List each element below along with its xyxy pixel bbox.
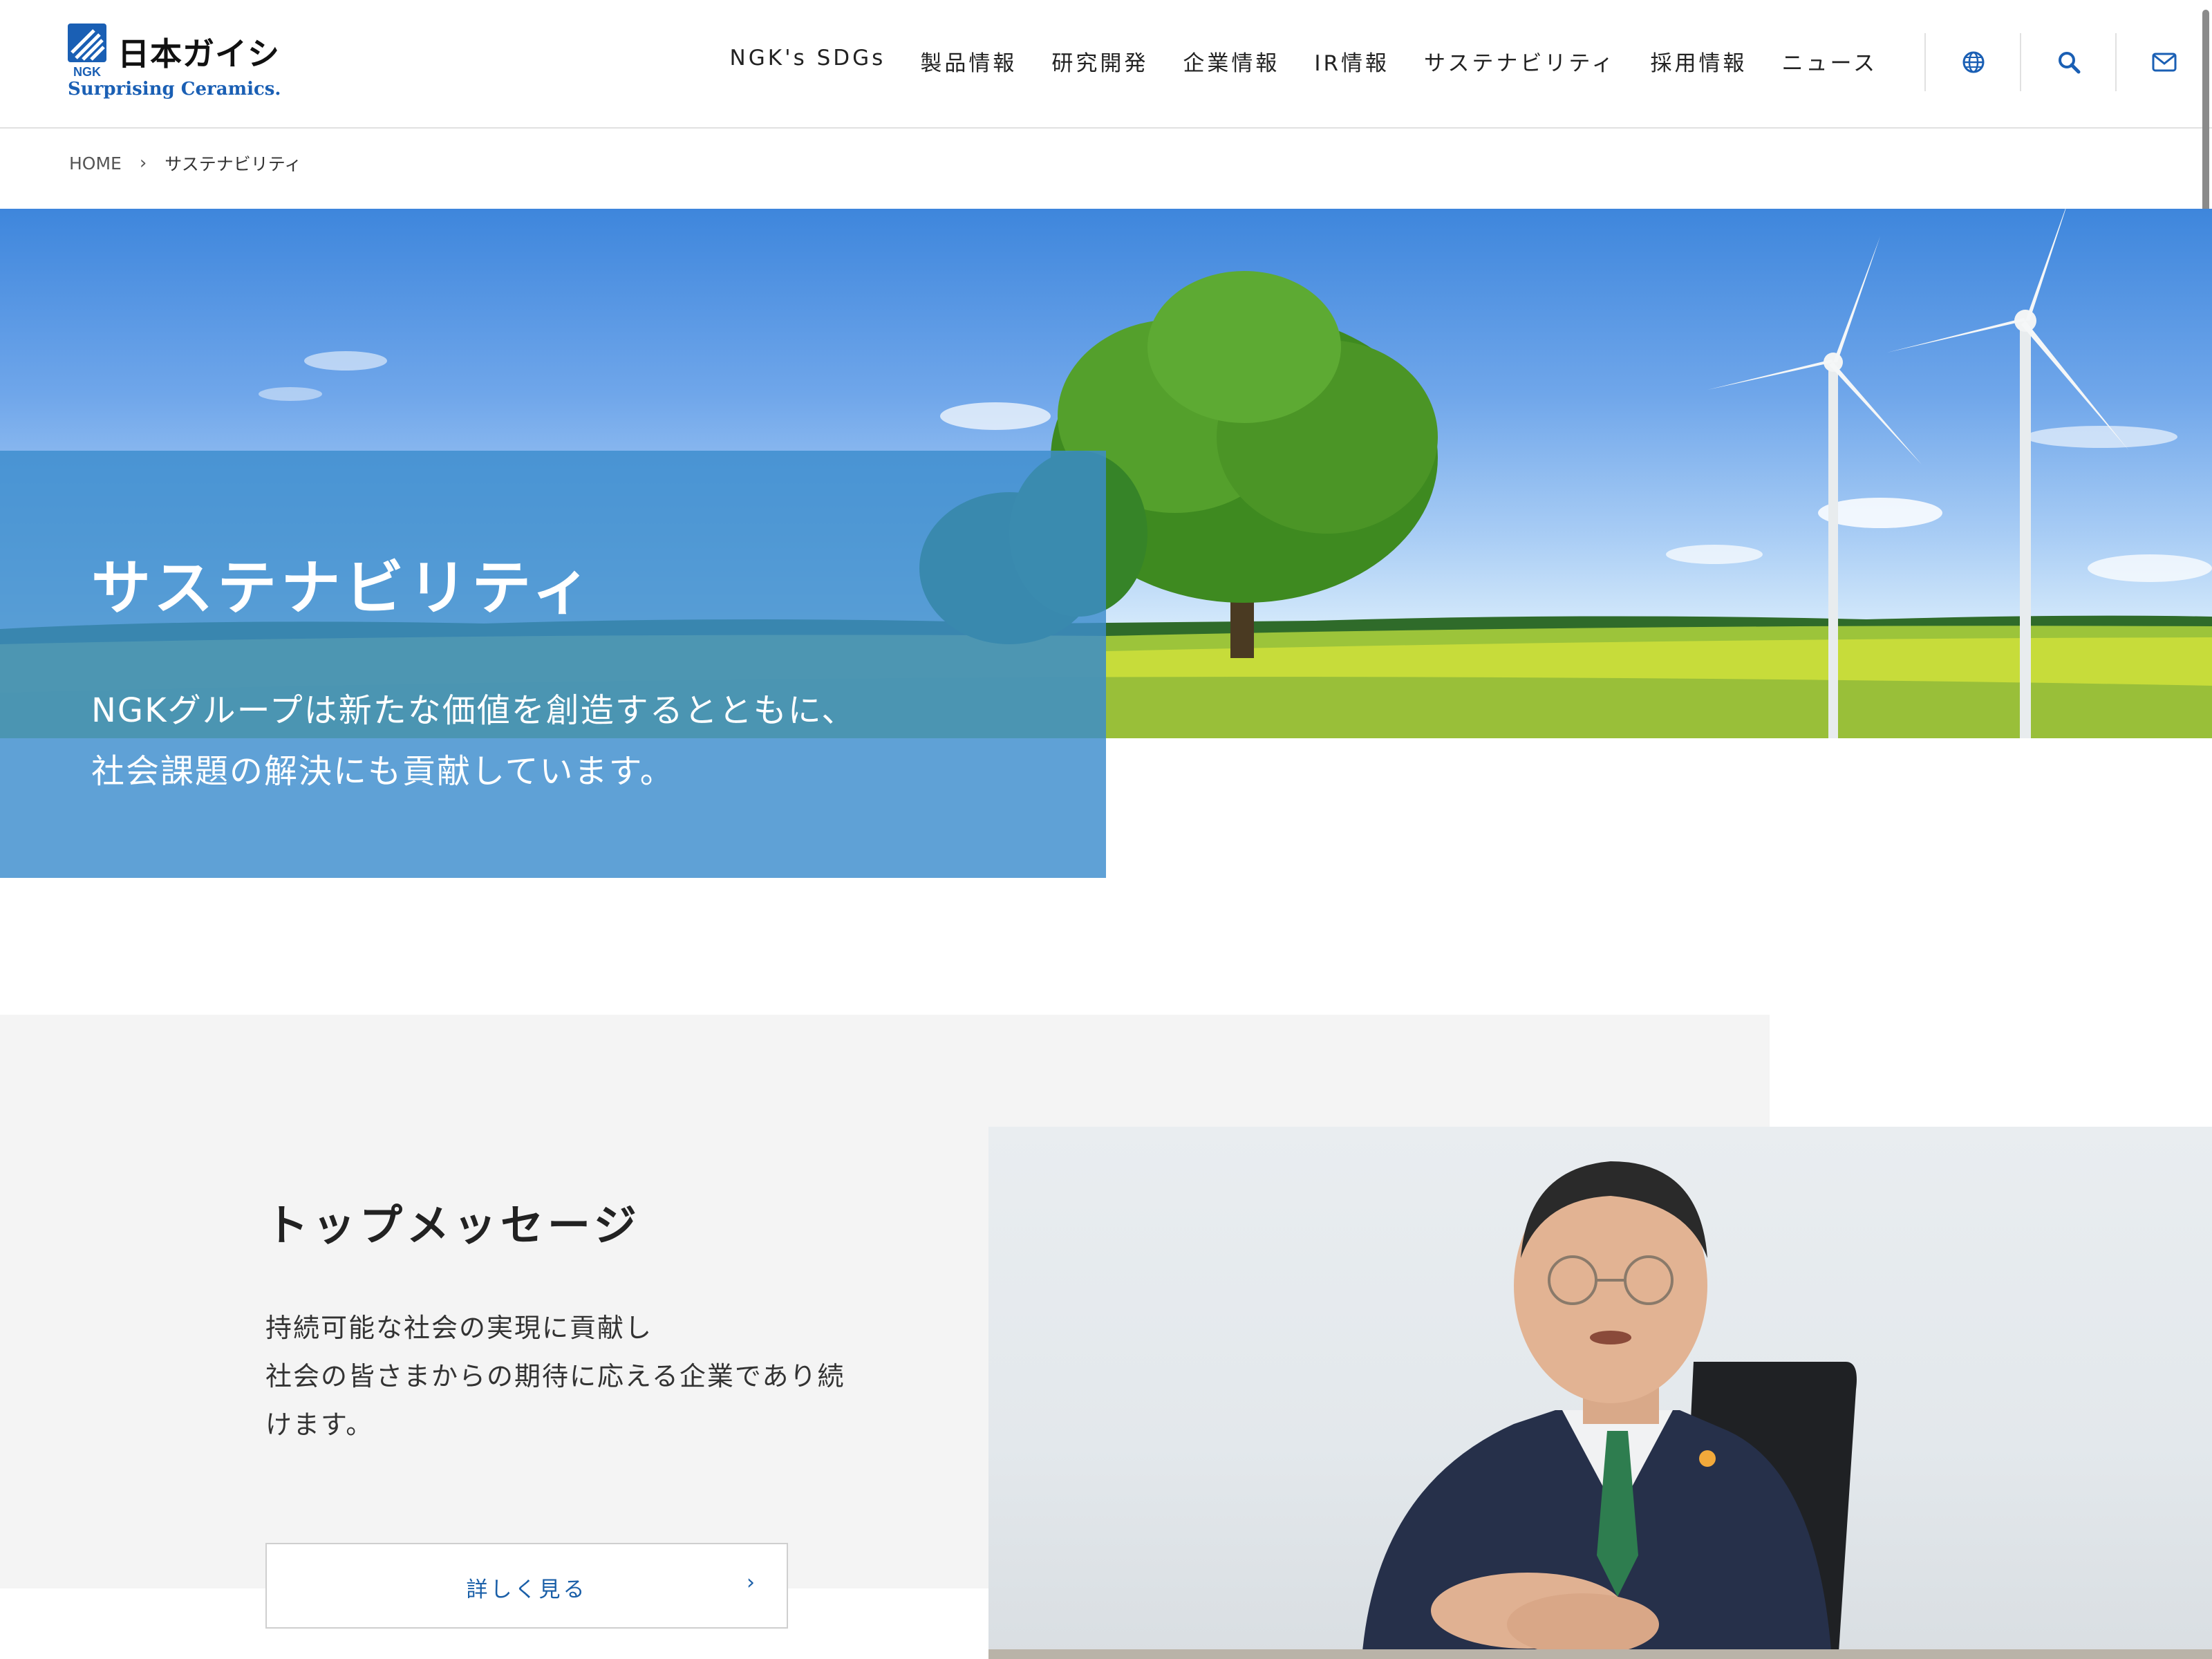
top-message-line: 持続可能な社会の実現に貢献し xyxy=(265,1313,653,1343)
ngk-logo-mark-icon: NGK xyxy=(68,24,106,79)
hero-description-line: 社会課題の解決にも貢献しています。 xyxy=(91,752,675,791)
ngk-logo[interactable]: NGK 日本ガイシ Surprising Ceramics. xyxy=(68,24,281,105)
logo-tagline: Surprising Ceramics. xyxy=(68,79,281,100)
search-button[interactable] xyxy=(2020,33,2117,91)
nav-research[interactable]: 研究開発 xyxy=(1051,46,1148,77)
globe-icon xyxy=(1962,51,1985,73)
breadcrumb-current: サステナビリティ xyxy=(165,154,302,174)
mail-icon xyxy=(2152,53,2177,72)
top-message-detail-button[interactable]: 詳しく見る › xyxy=(265,1543,788,1629)
chevron-right-icon: › xyxy=(747,1571,755,1595)
nav-ir[interactable]: IR情報 xyxy=(1314,46,1389,77)
detail-button-label: 詳しく見る xyxy=(466,1577,588,1602)
top-message-line: けます。 xyxy=(265,1409,374,1440)
nav-ngk-sdgs[interactable]: NGK's SDGs xyxy=(730,46,886,77)
top-message-line: 社会の皆さまからの期待に応える企業であり続 xyxy=(265,1361,845,1391)
language-button[interactable] xyxy=(1924,33,2021,91)
top-message-body: 持続可能な社会の実現に貢献し 社会の皆さまからの期待に応える企業であり続 けます… xyxy=(265,1304,874,1449)
top-message-title: トップメッセージ xyxy=(265,1200,641,1250)
hero-description-line: NGKグループは新たな価値を創造するとともに、 xyxy=(91,691,856,730)
svg-text:NGK: NGK xyxy=(73,65,101,79)
nav-company[interactable]: 企業情報 xyxy=(1183,46,1280,77)
contact-button[interactable] xyxy=(2115,33,2212,91)
breadcrumb-home-link[interactable]: HOME xyxy=(69,153,122,174)
chevron-right-icon: › xyxy=(139,153,147,174)
nav-products[interactable]: 製品情報 xyxy=(920,46,1017,77)
breadcrumb: HOME › サステナビリティ xyxy=(69,151,301,176)
logo-japanese-name: 日本ガイシ xyxy=(118,35,280,73)
search-icon xyxy=(2059,52,2081,74)
global-nav: NGK's SDGs 製品情報 研究開発 企業情報 IR情報 サステナビリティ … xyxy=(730,46,1877,77)
nav-sustainability[interactable]: サステナビリティ xyxy=(1424,46,1616,77)
president-portrait-image xyxy=(988,1161,2212,1659)
hero-text-panel: サステナビリティ NGKグループは新たな価値を創造するとともに、 社会課題の解決… xyxy=(0,451,1106,878)
page-title: サステナビリティ xyxy=(91,554,596,623)
nav-news[interactable]: ニュース xyxy=(1782,46,1877,77)
president-photo xyxy=(988,1127,2212,1659)
nav-recruit[interactable]: 採用情報 xyxy=(1651,46,1747,77)
site-header: NGK 日本ガイシ Surprising Ceramics. NGK's SDG… xyxy=(0,0,2212,129)
hero-description: NGKグループは新たな価値を創造するとともに、 社会課題の解決にも貢献しています… xyxy=(91,680,856,802)
